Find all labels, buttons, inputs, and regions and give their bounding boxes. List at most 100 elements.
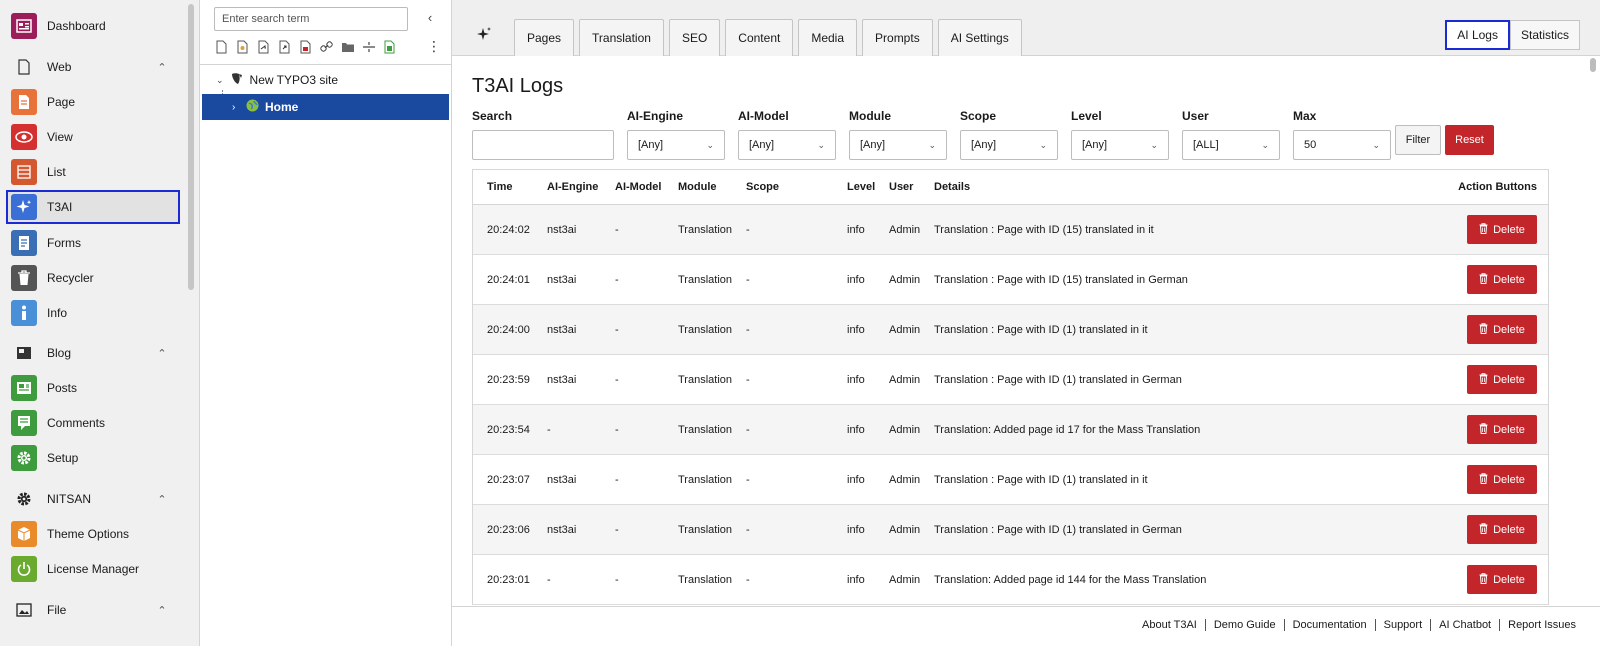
table-row: 20:24:00 nst3ai - Translation - info Adm… [473,305,1548,355]
tree-search-input[interactable] [214,7,408,31]
menu-item-posts[interactable]: Posts [6,371,180,405]
level-select[interactable]: [Any] ⌄ [1071,130,1169,160]
cell-engine: nst3ai [547,523,577,536]
trash-icon [11,265,37,291]
tree-root-node[interactable]: ⌄ New TYPO3 site [216,70,338,90]
divider-icon[interactable] [361,38,376,55]
delete-button[interactable]: Delete [1467,465,1537,494]
cell-scope: - [746,423,750,436]
delete-button[interactable]: Delete [1467,515,1537,544]
reset-button[interactable]: Reset [1445,125,1494,155]
filter-button[interactable]: Filter [1395,125,1441,155]
module-menu-scrollbar[interactable] [188,4,194,290]
info-icon [11,300,37,326]
menu-item-dashboard[interactable]: Dashboard [6,9,180,43]
cell-level: info [847,473,865,486]
menu-item-page[interactable]: Page [6,85,180,119]
cell-action: Delete [1448,415,1548,444]
power-icon [11,556,37,582]
trash-icon [1479,472,1488,487]
forms-icon [11,230,37,256]
tab-ai-settings[interactable]: AI Settings [937,19,1022,56]
delete-button[interactable]: Delete [1467,565,1537,594]
new-external-link-icon[interactable] [277,38,292,55]
col-user: User [889,181,914,193]
chevron-right-icon[interactable]: › [232,102,235,113]
cell-user: Admin [889,573,921,586]
tab-media[interactable]: Media [798,19,858,56]
sparkle-icon[interactable] [476,26,492,45]
statistics-button[interactable]: Statistics [1509,20,1580,50]
max-select[interactable]: 50 ⌄ [1293,130,1391,160]
menu-group-nitsan[interactable]: NITSAN ⌃ [6,482,180,516]
ai-logs-button[interactable]: AI Logs [1445,20,1510,50]
link-demo-guide[interactable]: Demo Guide [1204,619,1284,631]
link-documentation[interactable]: Documentation [1283,619,1375,631]
menu-item-t3ai[interactable]: T3AI [6,190,180,224]
folder-icon[interactable] [340,38,355,55]
menu-item-list[interactable]: List [6,155,180,189]
menu-item-comments[interactable]: Comments [6,406,180,440]
menu-item-setup[interactable]: Setup [6,441,180,475]
menu-group-file[interactable]: File ⌃ [6,593,180,627]
delete-button[interactable]: Delete [1467,415,1537,444]
new-page-icon[interactable] [214,38,229,55]
menu-group-blog[interactable]: Blog ⌃ [6,336,180,370]
tab-translation[interactable]: Translation [579,19,664,56]
table-header: Time AI-Engine AI-Model Module Scope Lev… [473,170,1548,205]
gear-icon [11,486,37,512]
chevron-down-icon[interactable]: ⌄ [216,75,224,86]
menu-item-license-manager[interactable]: License Manager [6,552,180,586]
menu-item-view[interactable]: View [6,120,180,154]
collapse-tree-icon[interactable]: ‹ [422,10,438,28]
menu-item-theme-options[interactable]: Theme Options [6,517,180,551]
search-input[interactable] [472,130,614,160]
delete-button[interactable]: Delete [1467,215,1537,244]
col-model: AI-Model [615,181,662,193]
recycler-page-icon[interactable] [382,38,397,55]
menu-item-label: Forms [47,236,81,250]
module-select[interactable]: [Any] ⌄ [849,130,947,160]
chevron-up-icon[interactable]: ⌃ [152,493,172,506]
tree-node-home[interactable]: › Home [202,94,449,120]
menu-group-label: File [47,603,67,617]
menu-item-forms[interactable]: Forms [6,226,180,260]
tab-pages[interactable]: Pages [514,19,575,56]
cell-user: Admin [889,473,921,486]
module-menu: Dashboard Web ⌃ Page View List T3AI Form… [0,0,200,646]
chevron-up-icon[interactable]: ⌃ [152,61,172,74]
link-ai-chatbot[interactable]: AI Chatbot [1430,619,1499,631]
menu-item-recycler[interactable]: Recycler [6,261,180,295]
delete-button[interactable]: Delete [1467,365,1537,394]
menu-item-label: License Manager [47,562,140,576]
link-icon[interactable] [319,38,334,55]
model-select[interactable]: [Any] ⌄ [738,130,836,160]
trash-icon [1479,322,1488,337]
new-page-user-icon[interactable] [235,38,250,55]
engine-select[interactable]: [Any] ⌄ [627,130,725,160]
content-scrollbar[interactable] [1590,58,1596,72]
link-about-t3ai[interactable]: About T3AI [1134,619,1205,631]
tab-seo[interactable]: SEO [668,19,721,56]
menu-item-label: Theme Options [47,527,130,541]
cell-scope: - [746,473,750,486]
delete-button[interactable]: Delete [1467,315,1537,344]
link-report-issues[interactable]: Report Issues [1499,619,1584,631]
delete-button[interactable]: Delete [1467,265,1537,294]
new-shortcut-icon[interactable] [256,38,271,55]
cell-engine: - [547,423,551,436]
user-select[interactable]: [ALL] ⌄ [1182,130,1280,160]
more-options-icon[interactable]: ⋮ [427,38,441,55]
link-support[interactable]: Support [1374,619,1431,631]
tab-prompts[interactable]: Prompts [862,19,933,56]
chevron-up-icon[interactable]: ⌃ [152,604,172,617]
menu-item-info[interactable]: Info [6,296,180,330]
tab-content[interactable]: Content [725,19,794,56]
cell-engine: nst3ai [547,223,577,236]
menu-group-web[interactable]: Web ⌃ [6,50,180,84]
scope-select[interactable]: [Any] ⌄ [960,130,1058,160]
col-action: Action Buttons [1458,181,1537,193]
cell-level: info [847,373,865,386]
new-mountpoint-icon[interactable] [298,38,313,55]
chevron-up-icon[interactable]: ⌃ [152,347,172,360]
